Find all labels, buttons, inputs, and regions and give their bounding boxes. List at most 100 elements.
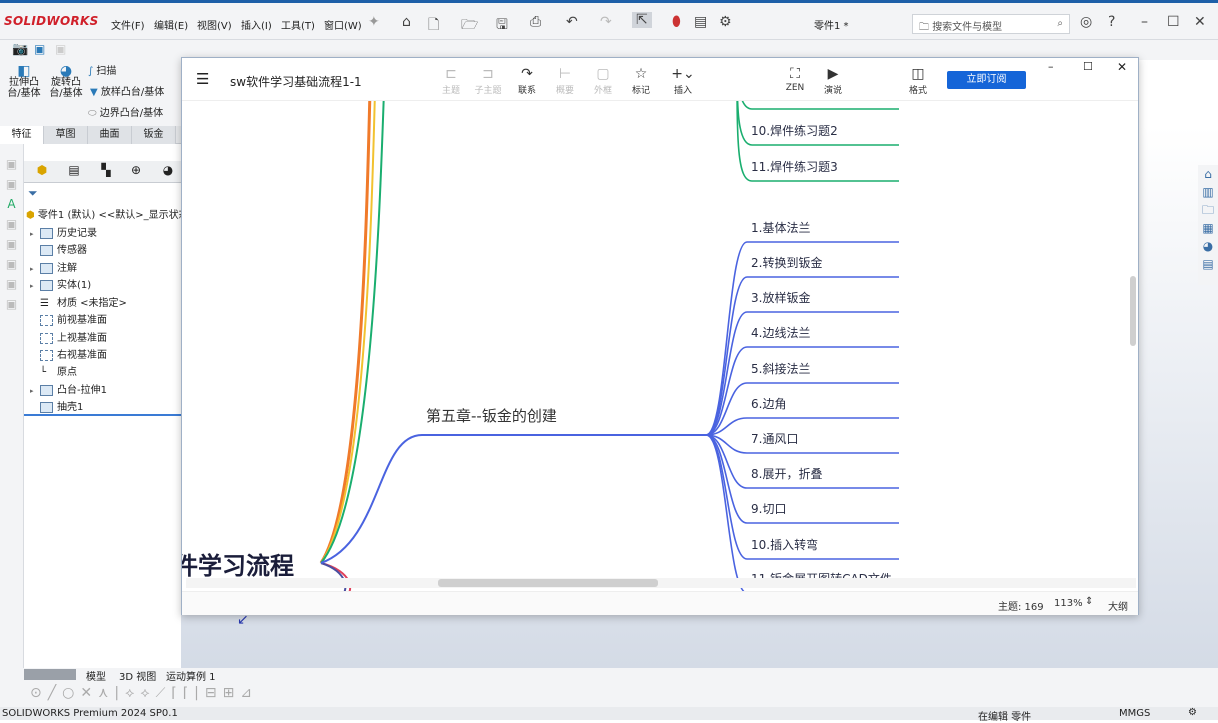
home-icon[interactable]: ⌂ xyxy=(402,14,411,30)
search-input[interactable]: 🗀 搜索文件与模型 ⌕ xyxy=(912,14,1070,34)
relationship-button[interactable]: ↷ 联系 xyxy=(510,66,544,96)
sweep-button[interactable]: ∫ 扫描 xyxy=(88,66,116,77)
display-tab-icon[interactable]: ◕ xyxy=(154,163,182,181)
vertical-scrollbar-thumb[interactable] xyxy=(1130,276,1136,346)
tree-item-origin[interactable]: └ 原点 xyxy=(30,363,77,379)
tree-root[interactable]: ⬢ 零件1 (默认) <<默认>_显示状态 xyxy=(26,206,181,221)
subtopic[interactable]: 7.通风口 xyxy=(751,430,798,447)
rebuild-status-icon[interactable]: ⚙ xyxy=(1188,707,1197,718)
open-icon[interactable]: 🗁 xyxy=(461,14,478,38)
print-icon[interactable]: ⎙ xyxy=(530,14,541,30)
select-icon[interactable]: ⇱ xyxy=(632,12,652,28)
subtopic[interactable]: 3.放样钣金 xyxy=(751,289,810,306)
menu-window[interactable]: 窗口(W) xyxy=(324,17,362,32)
tool-icon[interactable]: ▣ xyxy=(0,154,23,174)
chapter-topic[interactable]: 第五章--钣金的创建 xyxy=(426,405,557,426)
copy-icon[interactable]: ▣ xyxy=(55,42,66,56)
subtopic[interactable]: 9.切口 xyxy=(751,500,786,517)
tree-item-top-plane[interactable]: 上视基准面 xyxy=(30,329,107,344)
green-leaf[interactable]: 10.焊件练习题2 xyxy=(751,122,838,139)
config-tab-icon[interactable]: ▚ xyxy=(92,163,120,181)
file-properties-icon[interactable]: ▤ xyxy=(694,14,707,30)
view-palette-icon[interactable]: ▦ xyxy=(1198,219,1218,237)
subtopic[interactable]: 5.斜接法兰 xyxy=(751,360,810,377)
horizontal-scrollbar[interactable] xyxy=(186,578,1136,588)
subtopic[interactable]: 6.边角 xyxy=(751,395,786,412)
filter-icon[interactable]: ⏷ xyxy=(28,186,38,201)
subtopic[interactable]: 4.边线法兰 xyxy=(751,324,810,341)
save-icon[interactable]: 🖫 xyxy=(496,14,508,38)
record-icon[interactable]: ▣ xyxy=(34,42,45,56)
tab-surfaces[interactable]: 曲面 xyxy=(88,126,132,144)
zoom-level[interactable]: 113% xyxy=(1054,598,1083,609)
topic-button[interactable]: ⊏ 主题 xyxy=(434,66,468,96)
mm-maximize-button[interactable]: ☐ xyxy=(1083,60,1093,73)
appearance-icon[interactable]: ◕ xyxy=(1198,237,1218,255)
subtopic-button[interactable]: ⊐ 子主题 xyxy=(471,66,505,96)
central-topic[interactable]: 件学习流程 xyxy=(182,546,294,581)
tree-item-annotations[interactable]: ▸ 注解 xyxy=(30,259,77,274)
revolve-boss-button[interactable]: ◕ 旋转凸 台/基体 xyxy=(48,64,84,99)
property-tab-icon[interactable]: ▤ xyxy=(60,163,88,181)
parts-tab-icon[interactable]: ▥ xyxy=(1198,183,1218,201)
insert-button[interactable]: +⌄ 插入 xyxy=(666,66,700,96)
user-icon[interactable]: ◎ xyxy=(1080,14,1092,30)
annotation-icon[interactable]: A xyxy=(0,194,23,214)
loft-button[interactable]: ▼ 放样凸台/基体 xyxy=(90,87,164,98)
home-tab-icon[interactable]: ⌂ xyxy=(1198,165,1218,183)
units-selector[interactable]: MMGS xyxy=(1119,708,1150,719)
tool-icon[interactable]: ▣ xyxy=(0,254,23,274)
maximize-button[interactable]: ☐ xyxy=(1167,14,1180,30)
subscribe-button[interactable]: 立即订阅 xyxy=(947,71,1026,89)
summary-button[interactable]: ⊢ 概要 xyxy=(548,66,582,96)
subtopic[interactable]: 1.基体法兰 xyxy=(751,219,810,236)
tool-icon[interactable]: ▣ xyxy=(0,174,23,194)
sketch-tools-icons[interactable]: ⊙╱○✕⋏|⟡⟡⟋⌈⌈|⊟⊞⊿ xyxy=(30,685,258,701)
extrude-boss-button[interactable]: ◧ 拉伸凸 台/基体 xyxy=(6,64,42,99)
rebuild-icon[interactable]: ⬮ xyxy=(672,14,681,30)
redo-icon[interactable]: ↷ xyxy=(600,14,612,30)
tree-item-solid-bodies[interactable]: ▸ 实体(1) xyxy=(30,276,91,291)
custom-props-icon[interactable]: ▤ xyxy=(1198,255,1218,273)
mindmap-canvas[interactable]: 件学习流程 第五章--钣金的创建 10.焊件练习题2 11.焊件练习题3 1.基… xyxy=(182,101,1138,591)
feature-tree-tab-icon[interactable]: ⬢ xyxy=(28,163,56,181)
subtopic[interactable]: 10.插入转弯 xyxy=(751,536,818,553)
tool-icon[interactable]: ▣ xyxy=(0,294,23,314)
new-file-icon[interactable]: 🗋 xyxy=(428,14,439,38)
format-button[interactable]: ◫ 格式 xyxy=(901,66,935,96)
camera-icon[interactable]: 📷 xyxy=(12,42,28,57)
minimize-button[interactable]: – xyxy=(1141,14,1148,30)
mm-close-button[interactable]: ✕ xyxy=(1117,60,1127,74)
undo-icon[interactable]: ↶ xyxy=(566,14,578,30)
outline-button[interactable]: 大纲 xyxy=(1108,598,1128,613)
tool-icon[interactable]: ▣ xyxy=(0,274,23,294)
search-icon[interactable]: ⌕ xyxy=(1057,18,1063,29)
tree-item-boss-extrude[interactable]: ▸ 凸台-拉伸1 xyxy=(30,381,107,396)
menu-file[interactable]: 文件(F) xyxy=(111,17,145,32)
menu-hamburger-icon[interactable]: ☰ xyxy=(196,70,209,88)
tab-3d-view[interactable]: 3D 视图 xyxy=(119,668,156,683)
subtopic[interactable]: 2.转换到钣金 xyxy=(751,254,822,271)
menu-edit[interactable]: 编辑(E) xyxy=(154,17,188,32)
tab-sheet-metal[interactable]: 钣金 xyxy=(132,126,176,144)
tab-sketch[interactable]: 草图 xyxy=(44,126,88,144)
explorer-tab-icon[interactable]: 🗀 xyxy=(1198,201,1218,219)
green-leaf[interactable]: 11.焊件练习题3 xyxy=(751,158,838,175)
tab-scroll-arrows[interactable] xyxy=(24,669,76,680)
menu-view[interactable]: 视图(V) xyxy=(197,17,232,32)
tree-item-shell[interactable]: 抽壳1 xyxy=(30,398,83,413)
help-icon[interactable]: ? xyxy=(1108,14,1115,30)
tab-features[interactable]: 特征 xyxy=(0,126,44,144)
zen-button[interactable]: ⛶ ZEN xyxy=(778,66,812,93)
options-gear-icon[interactable]: ⚙ xyxy=(719,14,732,30)
close-button[interactable]: ✕ xyxy=(1194,14,1206,30)
tool-icon[interactable]: ▣ xyxy=(0,234,23,254)
dimxpert-tab-icon[interactable]: ⊕ xyxy=(122,163,150,181)
menu-tools[interactable]: 工具(T) xyxy=(281,17,315,32)
tree-item-right-plane[interactable]: 右视基准面 xyxy=(30,346,107,361)
tree-item-material[interactable]: ☰ 材质 <未指定> xyxy=(30,294,127,310)
pitch-button[interactable]: ▶ 演说 xyxy=(816,66,850,96)
zoom-stepper-icon[interactable]: ⇕ xyxy=(1085,596,1093,607)
tree-item-sensors[interactable]: 传感器 xyxy=(30,241,87,256)
rollback-bar[interactable] xyxy=(24,414,181,416)
